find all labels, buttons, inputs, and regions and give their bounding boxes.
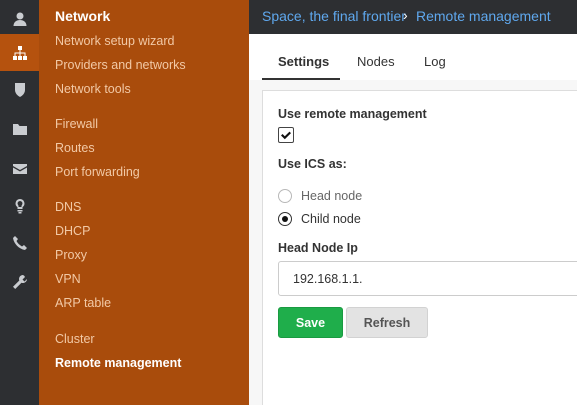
section-nav: Network Network setup wizard Providers a…	[39, 0, 249, 405]
save-button[interactable]: Save	[278, 307, 343, 338]
tab-settings[interactable]: Settings	[278, 54, 329, 69]
folder-icon	[12, 123, 27, 135]
breadcrumb-current[interactable]: Remote management	[416, 8, 551, 24]
network-icon	[12, 45, 27, 60]
phone-icon	[12, 235, 27, 250]
rail-item-security[interactable]	[0, 71, 39, 108]
head-node-ip-label: Head Node Ip	[278, 241, 358, 255]
nav-item-routes[interactable]: Routes	[55, 141, 95, 155]
rail-item-mail[interactable]	[0, 150, 39, 187]
nav-item-vpn[interactable]: VPN	[55, 272, 81, 286]
child-node-radio-label[interactable]: Child node	[301, 212, 361, 226]
nav-item-dhcp[interactable]: DHCP	[55, 224, 90, 238]
rail-item-files[interactable]	[0, 110, 39, 147]
head-node-ip-input[interactable]	[278, 261, 577, 296]
head-node-radio[interactable]	[278, 189, 292, 203]
nav-item-cluster[interactable]: Cluster	[55, 332, 95, 346]
ics-mode-label: Use ICS as:	[278, 157, 347, 171]
wrench-icon	[12, 274, 27, 289]
child-node-radio[interactable]	[278, 212, 292, 226]
tab-bar: Settings Nodes Log	[249, 34, 577, 80]
breadcrumb-separator: ›	[403, 7, 408, 23]
active-tab-indicator	[262, 78, 340, 80]
rail-item-network[interactable]	[0, 34, 39, 71]
rail-item-tools[interactable]	[0, 263, 39, 300]
nav-item-network-tools[interactable]: Network tools	[55, 82, 131, 96]
settings-panel: Use remote management Use ICS as: Head n…	[262, 90, 577, 405]
nav-item-dns[interactable]: DNS	[55, 200, 81, 214]
user-icon	[13, 12, 26, 26]
nav-item-firewall[interactable]: Firewall	[55, 117, 98, 131]
use-remote-management-checkbox[interactable]	[278, 127, 294, 143]
nav-item-port-forwarding[interactable]: Port forwarding	[55, 165, 140, 179]
nav-item-proxy[interactable]: Proxy	[55, 248, 87, 262]
nav-section-title: Network	[55, 8, 111, 24]
rail-item-users[interactable]	[0, 0, 39, 37]
rail-item-ideas[interactable]	[0, 187, 39, 224]
use-remote-management-label: Use remote management	[278, 107, 427, 121]
shield-icon	[14, 82, 25, 97]
tab-log[interactable]: Log	[424, 54, 446, 69]
nav-item-remote-management[interactable]: Remote management	[55, 356, 181, 370]
icon-rail	[0, 0, 39, 405]
top-bar: Space, the final frontier › Remote manag…	[249, 0, 577, 34]
main-content: Settings Nodes Log Use remote management…	[249, 34, 577, 405]
nav-item-providers-and-networks[interactable]: Providers and networks	[55, 58, 186, 72]
head-node-radio-label[interactable]: Head node	[301, 189, 362, 203]
rail-item-telephony[interactable]	[0, 224, 39, 261]
refresh-button[interactable]: Refresh	[346, 307, 428, 338]
envelope-icon	[12, 163, 27, 174]
nav-item-arp-table[interactable]: ARP table	[55, 296, 111, 310]
nav-item-network-setup-wizard[interactable]: Network setup wizard	[55, 34, 175, 48]
checkmark-icon	[281, 131, 291, 140]
tab-nodes[interactable]: Nodes	[357, 54, 395, 69]
lightbulb-icon	[15, 198, 24, 213]
breadcrumb-root[interactable]: Space, the final frontier	[262, 8, 406, 24]
